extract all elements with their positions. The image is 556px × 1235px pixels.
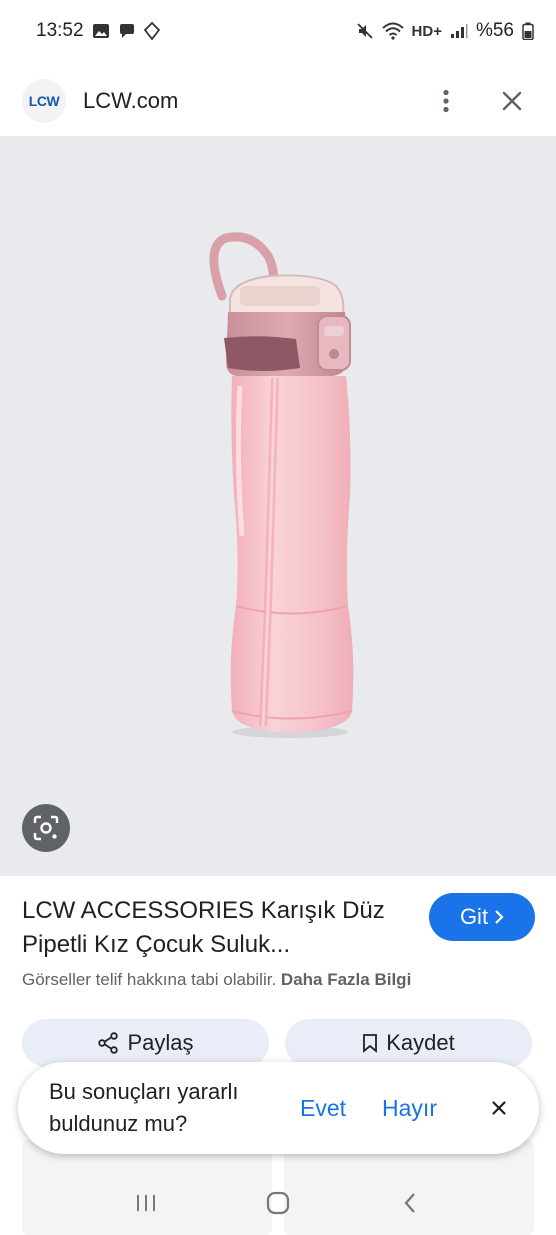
feedback-yes-button[interactable]: Evet [300, 1095, 346, 1122]
status-time: 13:52 [36, 20, 84, 41]
signal-icon [450, 23, 468, 39]
home-button[interactable] [254, 1179, 302, 1227]
chevron-right-icon [495, 910, 504, 924]
status-left: 13:52 [36, 20, 160, 42]
close-icon [492, 1101, 506, 1115]
share-button-label: Paylaş [127, 1030, 194, 1055]
feedback-close-button[interactable] [483, 1092, 515, 1124]
recents-icon [137, 1194, 155, 1211]
share-button[interactable]: Paylaş [22, 1019, 269, 1067]
copyright-notice: Görseller telif hakkına tabi olabilir. D… [22, 970, 411, 990]
product-image[interactable] [0, 136, 556, 876]
battery-icon [522, 22, 534, 40]
share-icon [98, 1032, 119, 1054]
more-info-link[interactable]: Daha Fazla Bilgi [281, 970, 411, 989]
more-vert-icon [443, 89, 449, 113]
product-title[interactable]: LCW ACCESSORIES Karışık Düz Pipetli Kız … [22, 894, 412, 962]
close-button[interactable] [490, 79, 534, 123]
chat-icon [118, 23, 136, 39]
image-icon [92, 23, 110, 39]
save-button-label: Kaydet [386, 1030, 455, 1055]
water-bottle-image [209, 232, 354, 738]
home-icon [266, 1191, 290, 1214]
result-header: LCW LCW.com [0, 70, 556, 132]
wifi-icon [381, 22, 404, 40]
recents-button[interactable] [122, 1179, 170, 1227]
go-button[interactable]: Git [429, 893, 535, 941]
back-icon [404, 1192, 415, 1213]
mute-icon [356, 22, 374, 40]
feedback-no-button[interactable]: Hayır [382, 1095, 437, 1122]
close-icon [502, 91, 522, 111]
back-button[interactable] [386, 1179, 434, 1227]
gem-icon [143, 22, 160, 40]
feedback-card: Bu sonuçları yararlı buldunuz mu? Evet H… [18, 1062, 539, 1154]
feedback-question: Bu sonuçları yararlı buldunuz mu? [49, 1079, 239, 1136]
site-name[interactable]: LCW.com [83, 88, 424, 114]
network-type: HD+ [411, 22, 442, 40]
lens-button[interactable] [22, 804, 70, 852]
lens-icon [33, 815, 59, 841]
status-right: HD+ %56 [356, 20, 534, 42]
bookmark-icon [363, 1034, 378, 1053]
battery-text: %56 [475, 20, 514, 41]
status-bar: 13:52 HD+ %56 [0, 0, 556, 62]
more-options-button[interactable] [424, 79, 468, 123]
system-nav-bar [0, 1170, 556, 1235]
save-button[interactable]: Kaydet [285, 1019, 532, 1067]
go-button-label: Git [459, 904, 489, 929]
copyright-text: Görseller telif hakkına tabi olabilir. [22, 970, 277, 989]
site-logo[interactable]: LCW [22, 79, 66, 123]
